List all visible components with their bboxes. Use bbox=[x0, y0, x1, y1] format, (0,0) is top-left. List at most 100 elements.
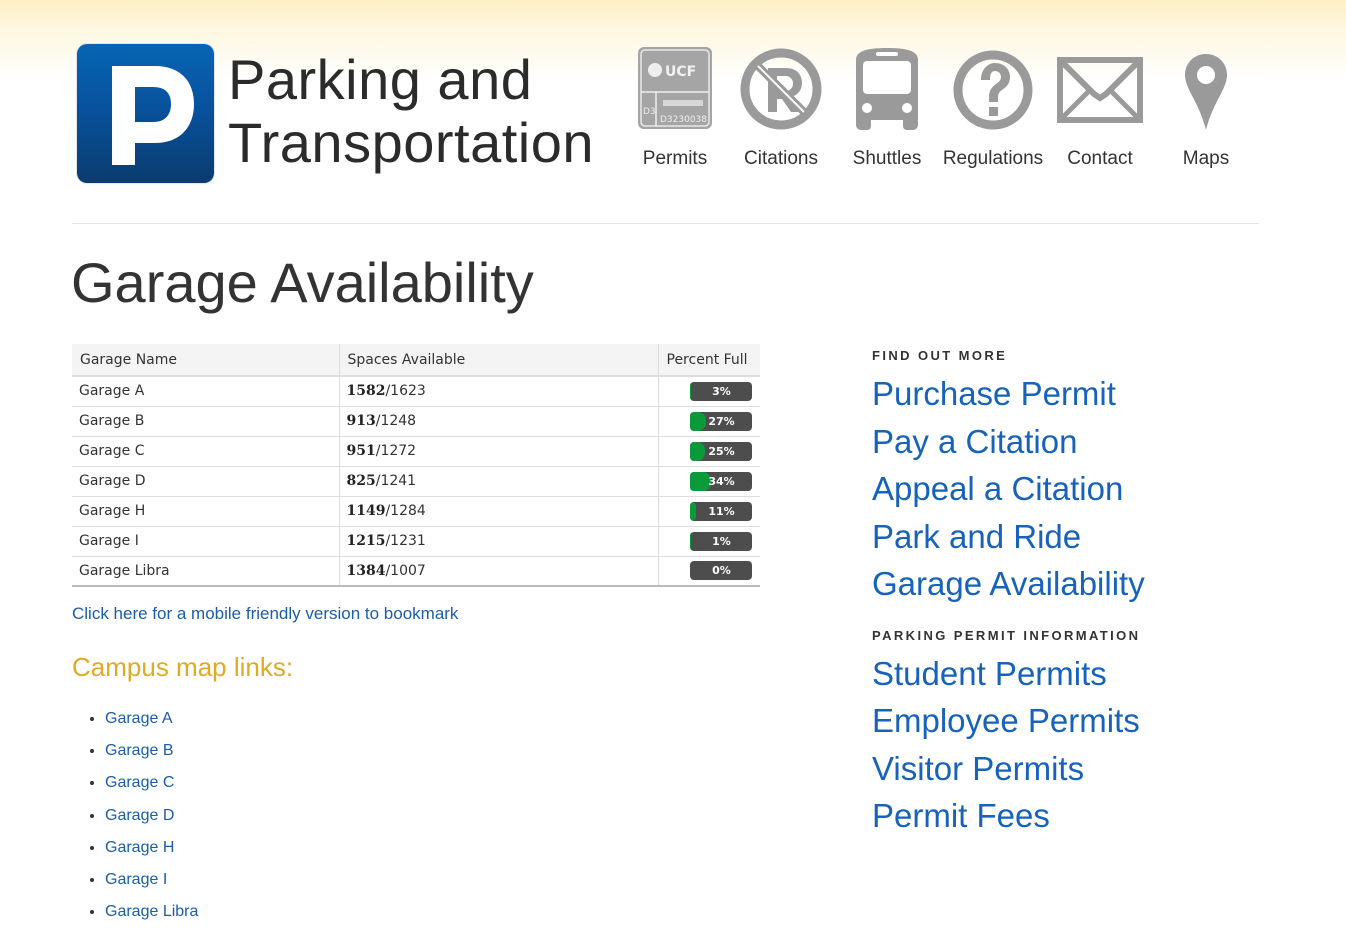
mobile-version-link[interactable]: Click here for a mobile friendly version… bbox=[72, 604, 458, 624]
percent-full-label: 0% bbox=[712, 564, 731, 578]
find-out-more-heading: FIND OUT MORE bbox=[872, 348, 1008, 363]
campus-map-links: Garage A Garage B Garage C Garage D Garage H… bbox=[72, 706, 198, 931]
garage-availability-table: Garage Name Spaces Available Percent Ful… bbox=[72, 344, 760, 587]
find-out-more-links: Purchase Permit Pay a Citation Appeal a Ci… bbox=[872, 370, 1272, 608]
percent-full-progress-bar: 25% bbox=[689, 441, 752, 461]
campus-map-link[interactable]: Garage A bbox=[105, 710, 173, 727]
garage-name-cell: Garage C bbox=[72, 435, 339, 466]
sidebar-link[interactable]: Garage Availability bbox=[872, 560, 1272, 608]
garage-name-cell: Garage Libra bbox=[72, 555, 339, 587]
percent-full-cell: 3% bbox=[657, 375, 760, 406]
sidebar-link[interactable]: Pay a Citation bbox=[872, 418, 1272, 466]
sidebar-link[interactable]: Purchase Permit bbox=[872, 370, 1272, 418]
campus-map-heading: Campus map links: bbox=[72, 652, 294, 682]
column-header-garage-name: Garage Name bbox=[72, 344, 339, 377]
percent-full-label: 1% bbox=[712, 534, 731, 548]
brand-line-1: Parking and bbox=[228, 48, 533, 111]
list-item: Garage C bbox=[105, 770, 198, 802]
list-item: Garage Libra bbox=[105, 899, 198, 931]
spaces-total-value: /1248 bbox=[375, 413, 417, 429]
spaces-available-value: 1149 bbox=[346, 503, 386, 519]
garage-name-cell: Garage H bbox=[72, 495, 339, 526]
sidebar-link[interactable]: Employee Permits bbox=[872, 697, 1272, 745]
spaces-available-value: 1215 bbox=[346, 533, 386, 549]
list-item: Garage H bbox=[105, 835, 198, 867]
percent-full-label: 27% bbox=[708, 414, 735, 428]
percent-full-progress-bar: 11% bbox=[689, 501, 752, 521]
spaces-total-value: /1241 bbox=[375, 473, 417, 489]
sidebar-link[interactable]: Park and Ride bbox=[872, 513, 1272, 561]
nav-shuttles[interactable]: Shuttles bbox=[832, 44, 942, 169]
spaces-total-value: /1284 bbox=[385, 503, 426, 519]
campus-map-link[interactable]: Garage Libra bbox=[105, 903, 198, 920]
table-row: Garage C 951/1272 25% bbox=[72, 435, 760, 466]
page-title: Garage Availability bbox=[71, 251, 534, 314]
column-header-spaces-available: Spaces Available bbox=[338, 344, 658, 377]
campus-map-link[interactable]: Garage I bbox=[105, 871, 167, 888]
column-header-percent-full: Percent Full bbox=[657, 344, 760, 377]
garage-name-cell: Garage A bbox=[72, 375, 339, 406]
spaces-available-cell: 825/1241 bbox=[338, 465, 658, 496]
nav-label: Contact bbox=[1067, 148, 1133, 169]
spaces-total-value: /1231 bbox=[385, 533, 426, 549]
percent-full-label: 11% bbox=[708, 504, 735, 518]
nav-label: Citations bbox=[744, 148, 818, 169]
campus-map-link[interactable]: Garage H bbox=[105, 839, 174, 856]
question-circle-icon bbox=[953, 50, 1033, 130]
table-header-row: Garage Name Spaces Available Percent Ful… bbox=[72, 344, 760, 377]
percent-full-progress-bar: 0% bbox=[689, 561, 752, 581]
sidebar-link[interactable]: Student Permits bbox=[872, 650, 1272, 698]
percent-full-cell: 34% bbox=[657, 465, 760, 496]
percent-full-progress-bar: 34% bbox=[689, 471, 752, 491]
brand-line-2: Transportation bbox=[228, 111, 594, 174]
nav-label: Permits bbox=[642, 148, 708, 169]
percent-full-cell: 25% bbox=[657, 435, 760, 466]
table-row: Garage Libra 1384/1007 0% bbox=[72, 555, 760, 587]
spaces-available-cell: 1582/1623 bbox=[338, 375, 658, 406]
spaces-available-value: 1582 bbox=[346, 383, 386, 400]
permit-code-text: D3 bbox=[643, 107, 656, 117]
campus-map-link[interactable]: Garage C bbox=[105, 774, 174, 791]
spaces-total-value: /1007 bbox=[385, 562, 426, 579]
spaces-available-cell: 913/1248 bbox=[338, 405, 658, 436]
table-row: Garage A 1582/1623 3% bbox=[72, 375, 760, 406]
nav-contact[interactable]: Contact bbox=[1045, 44, 1155, 169]
spaces-available-value: 913 bbox=[346, 413, 376, 429]
percent-full-progress-bar: 1% bbox=[689, 531, 752, 551]
permit-info-links: Student Permits Employee Permits Visitor P… bbox=[872, 650, 1272, 840]
sidebar: FIND OUT MORE Purchase Permit Pay a Citat… bbox=[872, 348, 1272, 840]
table-row: Garage I 1215/1231 1% bbox=[72, 525, 760, 556]
spaces-available-value: 825 bbox=[346, 473, 376, 489]
spaces-available-value: 1384 bbox=[346, 562, 386, 579]
nav-citations[interactable]: Citations bbox=[726, 44, 836, 169]
envelope-icon bbox=[1057, 57, 1143, 123]
sidebar-link[interactable]: Appeal a Citation bbox=[872, 465, 1272, 513]
spaces-total-value: /1272 bbox=[375, 443, 417, 459]
nav-permits[interactable]: UCF D3 D3230038 Permits bbox=[620, 44, 730, 169]
permit-tag-icon: UCF D3 D3230038 bbox=[638, 47, 712, 129]
campus-map-link[interactable]: Garage D bbox=[105, 807, 174, 824]
spaces-available-cell: 1149/1284 bbox=[338, 495, 658, 526]
percent-full-progress-bar: 3% bbox=[689, 381, 752, 401]
spaces-available-cell: 1215/1231 bbox=[338, 525, 658, 556]
garage-name-cell: Garage I bbox=[72, 525, 339, 556]
nav-label: Regulations bbox=[942, 148, 1044, 169]
map-pin-icon bbox=[1185, 54, 1227, 130]
campus-map-link[interactable]: Garage B bbox=[105, 742, 173, 759]
bus-icon bbox=[856, 48, 918, 130]
garage-name-cell: Garage D bbox=[72, 465, 339, 496]
spaces-available-value: 951 bbox=[346, 443, 376, 459]
no-parking-icon bbox=[740, 48, 822, 130]
nav-regulations[interactable]: Regulations bbox=[938, 44, 1048, 169]
permit-brand-text: UCF bbox=[665, 64, 696, 80]
permit-serial-text: D3230038 bbox=[660, 115, 707, 125]
parking-p-icon bbox=[112, 66, 194, 165]
nav-maps[interactable]: Maps bbox=[1151, 44, 1261, 169]
sidebar-link[interactable]: Visitor Permits bbox=[872, 745, 1272, 793]
list-item: Garage I bbox=[105, 867, 198, 899]
list-item: Garage B bbox=[105, 738, 198, 770]
percent-full-cell: 27% bbox=[657, 405, 760, 436]
parking-logo[interactable] bbox=[77, 44, 214, 183]
site-brand[interactable]: Parking and Transportation bbox=[228, 48, 594, 174]
sidebar-link[interactable]: Permit Fees bbox=[872, 792, 1272, 840]
